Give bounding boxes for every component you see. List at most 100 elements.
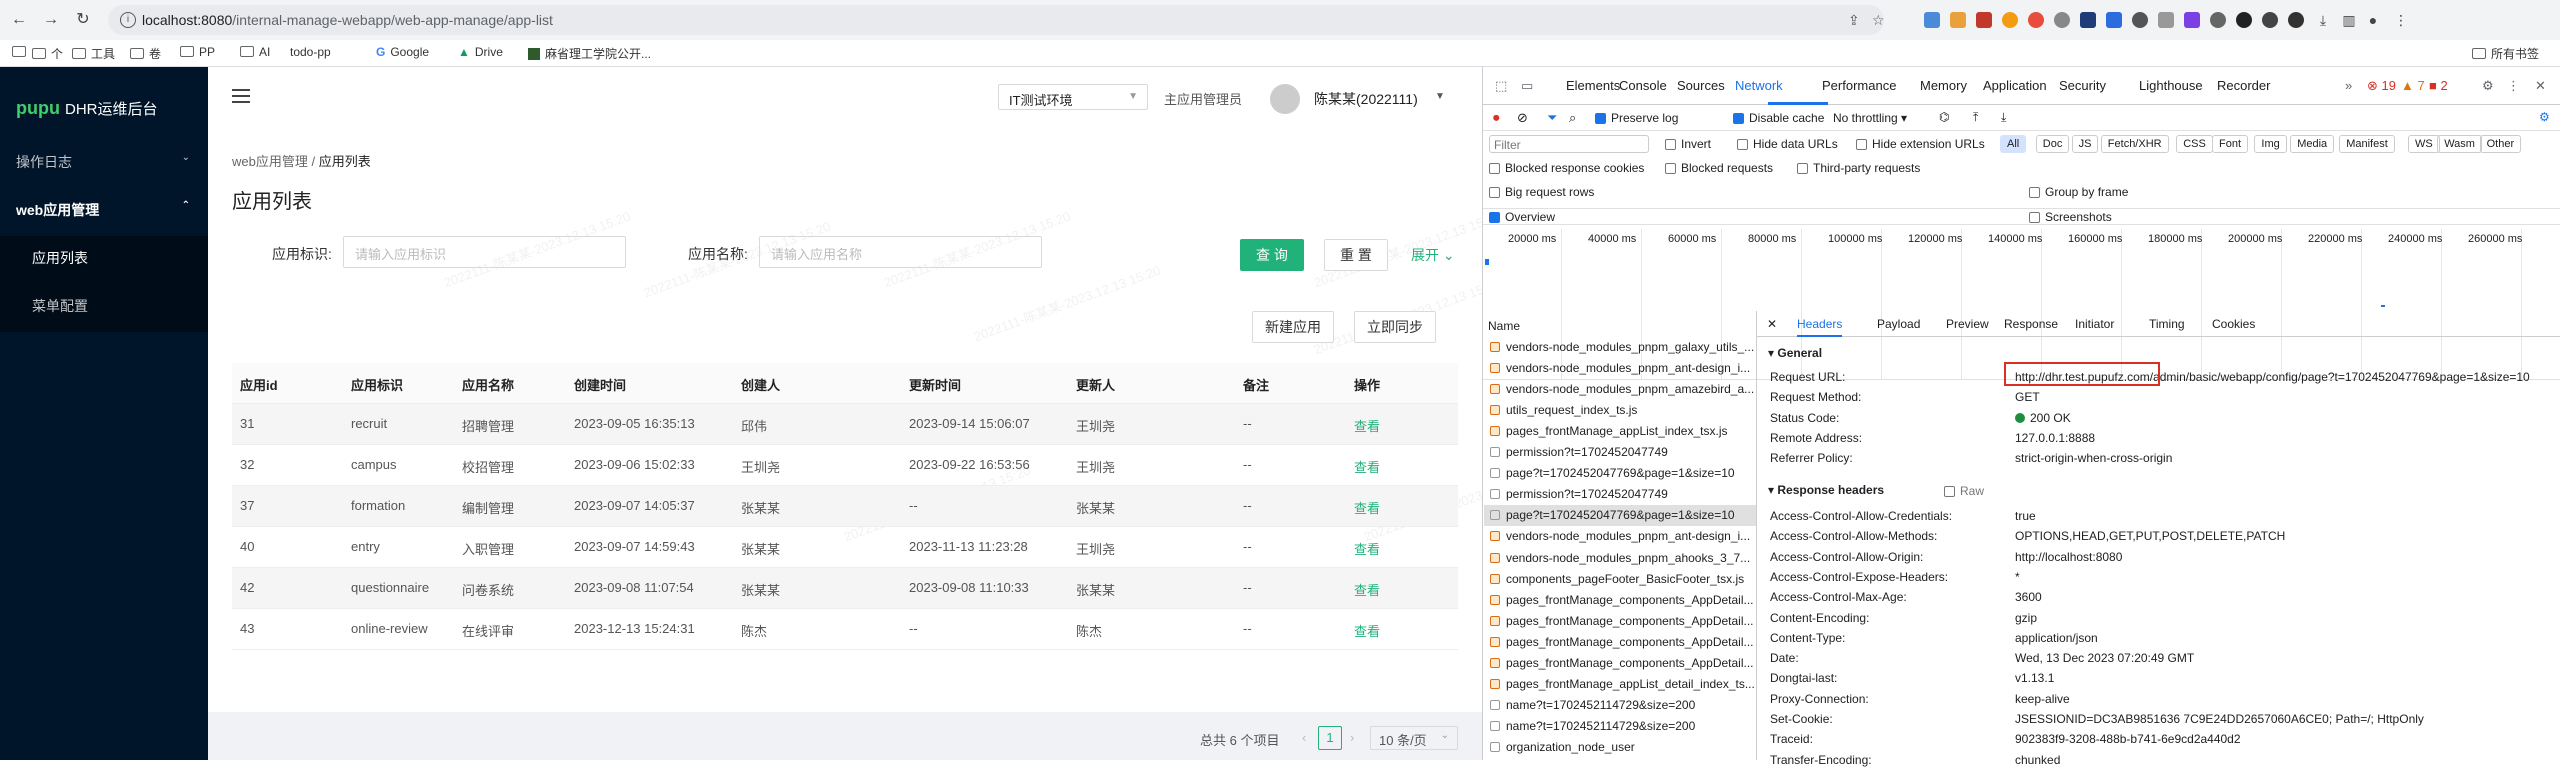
bookmark-folder[interactable]: PP	[180, 45, 215, 59]
detail-tab-payload[interactable]: Payload	[1877, 317, 1920, 331]
extension-icon[interactable]	[1924, 12, 1940, 28]
request-row[interactable]: name?t=1702452114729&size=200	[1484, 716, 1756, 737]
request-row[interactable]: page?t=1702452047769&page=1&size=10	[1484, 463, 1756, 484]
side-panel-icon[interactable]: ▥	[2338, 9, 2360, 31]
preserve-log-checkbox[interactable]: Preserve log	[1595, 111, 1678, 125]
bookmark-star-icon[interactable]: ☆	[1872, 12, 1885, 29]
tab-recorder[interactable]: Recorder	[2217, 78, 2270, 93]
request-row[interactable]: pages_frontManage_components_AppDetail..…	[1484, 632, 1756, 653]
page-size-select[interactable]: 10 条/页 ⌄	[1370, 726, 1458, 750]
extension-icon[interactable]	[2002, 12, 2018, 28]
view-link[interactable]: 查看	[1354, 457, 1380, 476]
filter-icon[interactable]: ⏷	[1547, 110, 1557, 126]
extension-icon[interactable]	[1976, 12, 1992, 28]
sync-button[interactable]: 立即同步	[1354, 311, 1436, 343]
response-headers-title[interactable]: ▾ Response headers	[1768, 483, 1884, 497]
request-row[interactable]: pages_frontManage_appList_detail_index_t…	[1484, 674, 1756, 695]
raw-checkbox[interactable]: Raw	[1944, 484, 1984, 498]
detail-tab-initiator[interactable]: Initiator	[2075, 317, 2114, 331]
all-bookmarks[interactable]: 所有书签	[2472, 45, 2539, 62]
tab-sources[interactable]: Sources	[1677, 78, 1725, 93]
extension-icon[interactable]	[2054, 12, 2070, 28]
tab-performance[interactable]: Performance	[1822, 78, 1896, 93]
profile-icon[interactable]: ●	[2362, 9, 2384, 31]
kebab-icon[interactable]: ⋮	[2507, 78, 2520, 94]
extension-icon[interactable]	[2028, 12, 2044, 28]
network-conditions-icon[interactable]: ⌬	[1939, 110, 1949, 124]
back-icon[interactable]: ←	[8, 9, 30, 31]
request-row[interactable]: permission?t=1702452047749	[1484, 442, 1756, 463]
filter-type-js[interactable]: JS	[2071, 135, 2099, 153]
extension-icon[interactable]	[2210, 12, 2226, 28]
bookmark-folder[interactable]: 个	[32, 45, 63, 62]
request-row[interactable]: page?t=1702452047769&page=1&size=10	[1484, 505, 1756, 527]
app-name-input[interactable]: 请输入应用名称	[759, 236, 1042, 268]
request-row[interactable]: vendors-node_modules_pnpm_ant-design_i..…	[1484, 358, 1756, 379]
filter-type-wasm[interactable]: Wasm	[2437, 135, 2482, 153]
extension-icon[interactable]	[2288, 12, 2304, 28]
close-icon[interactable]: ✕	[2535, 78, 2546, 94]
request-row[interactable]: pages_frontManage_components_AppDetail..…	[1484, 653, 1756, 674]
name-column-header[interactable]: Name	[1488, 319, 1520, 333]
upload-icon[interactable]: ⤒	[1973, 110, 1978, 125]
tab-lighthouse[interactable]: Lighthouse	[2139, 78, 2203, 93]
avatar[interactable]	[1270, 84, 1300, 114]
menu-kebab-icon[interactable]: ⋮	[2390, 9, 2412, 31]
hide-extension-urls-checkbox[interactable]: Hide extension URLs	[1856, 137, 1985, 151]
screenshots-checkbox[interactable]: Screenshots	[2029, 210, 2112, 224]
hide-data-urls-checkbox[interactable]: Hide data URLs	[1737, 137, 1838, 151]
search-icon[interactable]: ⌕	[1569, 110, 1576, 126]
bookmark-folder[interactable]	[12, 45, 31, 59]
invert-checkbox[interactable]: Invert	[1665, 137, 1711, 151]
filter-type-ws[interactable]: WS	[2408, 135, 2440, 153]
request-row[interactable]: vendors-node_modules_pnpm_galaxy_utils_.…	[1484, 337, 1756, 358]
extension-icon[interactable]	[2106, 12, 2122, 28]
expand-toggle[interactable]: 展开 ⌄	[1411, 245, 1455, 265]
request-row[interactable]: vendors-node_modules_pnpm_ahooks_3_7...	[1484, 548, 1756, 569]
filter-input[interactable]: Filter	[1489, 135, 1649, 153]
bookmark-folder[interactable]: 卷	[130, 45, 161, 62]
next-page-icon[interactable]: ›	[1350, 730, 1354, 745]
filter-type-other[interactable]: Other	[2479, 135, 2522, 153]
request-row[interactable]: vendors-node_modules_pnpm_amazebird_a...	[1484, 379, 1756, 400]
bookmark-link[interactable]: todo-pp	[290, 45, 331, 59]
filter-type-css[interactable]: CSS	[2176, 135, 2213, 153]
extension-icon[interactable]	[2080, 12, 2096, 28]
tab-console[interactable]: Console	[1619, 78, 1667, 93]
record-icon[interactable]: ⏺	[1493, 110, 1500, 126]
tab-memory[interactable]: Memory	[1920, 78, 1967, 93]
clear-icon[interactable]: ⊘	[1517, 110, 1528, 126]
download-icon[interactable]: ⤓	[2001, 110, 2006, 125]
filter-type-img[interactable]: Img	[2254, 135, 2287, 153]
blocked-cookies-checkbox[interactable]: Blocked response cookies	[1489, 161, 1644, 175]
bookmark-folder[interactable]: AI	[240, 45, 270, 59]
app-id-input[interactable]: 请输入应用标识	[343, 236, 626, 268]
menu-item-menu-config[interactable]: 菜单配置	[0, 296, 208, 320]
tab-security[interactable]: Security	[2059, 78, 2106, 93]
menu-item-app-list[interactable]: 应用列表	[0, 248, 208, 272]
query-button[interactable]: 查 询	[1240, 239, 1304, 271]
env-select[interactable]: IT测试环境 ▼	[998, 84, 1148, 110]
tab-network[interactable]: Network	[1735, 78, 1783, 93]
filter-type-all[interactable]: All	[2000, 135, 2027, 153]
big-rows-checkbox[interactable]: Big request rows	[1489, 185, 1594, 199]
filter-type-font[interactable]: Font	[2212, 135, 2249, 153]
view-link[interactable]: 查看	[1354, 580, 1380, 599]
view-link[interactable]: 查看	[1354, 539, 1380, 558]
breadcrumb-parent[interactable]: web应用管理	[232, 154, 308, 169]
bookmark-link[interactable]: 麻省理工学院公开...	[528, 45, 651, 62]
extension-icon[interactable]	[2132, 12, 2148, 28]
pane-divider[interactable]	[1756, 311, 1757, 760]
request-row[interactable]: name?t=1702452114729&size=200	[1484, 695, 1756, 716]
forward-icon[interactable]: →	[40, 9, 62, 31]
extension-icon[interactable]	[2184, 12, 2200, 28]
detail-tab-cookies[interactable]: Cookies	[2212, 317, 2255, 331]
reset-button[interactable]: 重 置	[1324, 239, 1388, 271]
request-row[interactable]: components_pageFooter_BasicFooter_tsx.js	[1484, 569, 1756, 590]
warning-count[interactable]: ▲ 7	[2401, 78, 2425, 93]
bookmark-link[interactable]: G Google	[376, 45, 429, 59]
overview-checkbox[interactable]: Overview	[1489, 210, 1555, 224]
group-frame-checkbox[interactable]: Group by frame	[2029, 185, 2128, 199]
request-row[interactable]: permission?t=1702452047749	[1484, 484, 1756, 505]
blocked-requests-checkbox[interactable]: Blocked requests	[1665, 161, 1773, 175]
